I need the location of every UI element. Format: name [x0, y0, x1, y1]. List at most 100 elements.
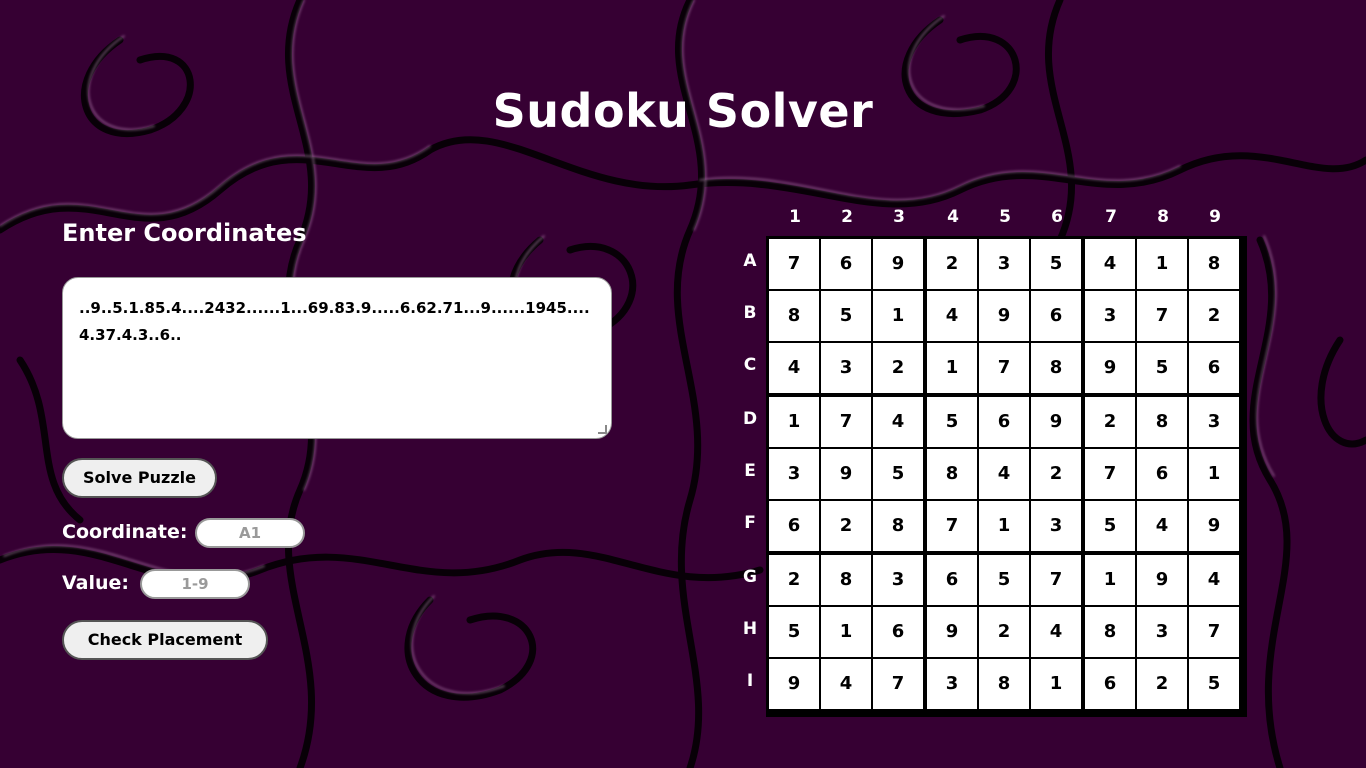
column-header: 3	[893, 207, 905, 227]
sudoku-cell[interactable]: 2	[1085, 397, 1135, 447]
page: Sudoku Solver Enter Coordinates ..9..5.1…	[0, 0, 1366, 768]
sudoku-cell[interactable]: 7	[979, 343, 1029, 393]
sudoku-cell[interactable]: 9	[873, 239, 923, 289]
sudoku-cell[interactable]: 6	[769, 501, 819, 551]
sudoku-cell[interactable]: 3	[1137, 607, 1187, 657]
solve-puzzle-button[interactable]: Solve Puzzle	[62, 458, 217, 498]
sudoku-cell[interactable]: 5	[873, 449, 923, 499]
sudoku-cell[interactable]: 1	[1189, 449, 1239, 499]
sudoku-cell[interactable]: 9	[1189, 501, 1239, 551]
sudoku-cell[interactable]: 7	[821, 397, 871, 447]
column-header: 9	[1209, 207, 1221, 227]
sudoku-cell[interactable]: 2	[873, 343, 923, 393]
sudoku-cell[interactable]: 7	[1031, 555, 1081, 605]
sudoku-cell[interactable]: 9	[927, 607, 977, 657]
sudoku-cell[interactable]: 3	[1031, 501, 1081, 551]
sudoku-cell[interactable]: 2	[1137, 659, 1187, 709]
sudoku-cell[interactable]: 4	[873, 397, 923, 447]
sudoku-cell[interactable]: 8	[821, 555, 871, 605]
sudoku-cell[interactable]: 6	[979, 397, 1029, 447]
value-label: Value:	[62, 572, 130, 594]
sudoku-cell[interactable]: 8	[1137, 397, 1187, 447]
sudoku-cell[interactable]: 4	[1137, 501, 1187, 551]
sudoku-cell[interactable]: 4	[1085, 239, 1135, 289]
sudoku-cell[interactable]: 8	[927, 449, 977, 499]
sudoku-cell[interactable]: 4	[979, 449, 1029, 499]
sudoku-cell[interactable]: 9	[821, 449, 871, 499]
sudoku-cell[interactable]: 1	[1085, 555, 1135, 605]
sudoku-cell[interactable]: 5	[1031, 239, 1081, 289]
sudoku-cell[interactable]: 2	[927, 239, 977, 289]
sudoku-cell[interactable]: 8	[979, 659, 1029, 709]
resize-handle-icon[interactable]	[598, 425, 607, 434]
sudoku-cell[interactable]: 9	[1085, 343, 1135, 393]
sudoku-cell[interactable]: 4	[821, 659, 871, 709]
sudoku-cell[interactable]: 1	[769, 397, 819, 447]
check-placement-button[interactable]: Check Placement	[62, 620, 268, 660]
row-header: G	[743, 567, 757, 587]
sudoku-cell[interactable]: 3	[821, 343, 871, 393]
sudoku-cell[interactable]: 3	[927, 659, 977, 709]
sudoku-cell[interactable]: 1	[927, 343, 977, 393]
sudoku-cell[interactable]: 2	[821, 501, 871, 551]
sudoku-cell[interactable]: 5	[821, 291, 871, 341]
input-panel: Enter Coordinates ..9..5.1.85.4....2432.…	[62, 218, 612, 660]
puzzle-textarea[interactable]: ..9..5.1.85.4....2432......1...69.83.9..…	[62, 277, 612, 439]
row-header: E	[744, 461, 756, 481]
sudoku-cell[interactable]: 6	[873, 607, 923, 657]
sudoku-cell[interactable]: 4	[769, 343, 819, 393]
sudoku-cell[interactable]: 3	[769, 449, 819, 499]
sudoku-cell[interactable]: 1	[1031, 659, 1081, 709]
sudoku-cell[interactable]: 8	[769, 291, 819, 341]
sudoku-cell[interactable]: 1	[979, 501, 1029, 551]
sudoku-cell[interactable]: 5	[1085, 501, 1135, 551]
sudoku-cell[interactable]: 5	[927, 397, 977, 447]
sudoku-cell[interactable]: 4	[1189, 555, 1239, 605]
sudoku-cell[interactable]: 5	[1137, 343, 1187, 393]
sudoku-cell[interactable]: 2	[979, 607, 1029, 657]
sudoku-cell[interactable]: 8	[1189, 239, 1239, 289]
sudoku-cell[interactable]: 5	[979, 555, 1029, 605]
sudoku-cell[interactable]: 3	[1189, 397, 1239, 447]
sudoku-cell[interactable]: 7	[927, 501, 977, 551]
sudoku-cell[interactable]: 6	[821, 239, 871, 289]
sudoku-cell[interactable]: 6	[927, 555, 977, 605]
sudoku-cell[interactable]: 7	[1137, 291, 1187, 341]
sudoku-cell[interactable]: 2	[1189, 291, 1239, 341]
sudoku-cell[interactable]: 2	[1031, 449, 1081, 499]
sudoku-cell[interactable]: 3	[979, 239, 1029, 289]
sudoku-cell[interactable]: 1	[873, 291, 923, 341]
sudoku-cell[interactable]: 9	[979, 291, 1029, 341]
row-header: C	[743, 355, 757, 375]
column-header: 6	[1051, 207, 1063, 227]
coordinate-input[interactable]: A1	[195, 518, 305, 548]
sudoku-cell[interactable]: 1	[821, 607, 871, 657]
sudoku-cell[interactable]: 5	[769, 607, 819, 657]
sudoku-cell[interactable]: 6	[1085, 659, 1135, 709]
sudoku-cell[interactable]: 3	[873, 555, 923, 605]
sudoku-cell[interactable]: 7	[769, 239, 819, 289]
sudoku-cell[interactable]: 8	[1031, 343, 1081, 393]
sudoku-cell[interactable]: 7	[873, 659, 923, 709]
sudoku-grid: 7692354188514963724321789561745692833958…	[766, 236, 1247, 717]
sudoku-cell[interactable]: 2	[769, 555, 819, 605]
sudoku-cell[interactable]: 4	[927, 291, 977, 341]
sudoku-cell[interactable]: 3	[1085, 291, 1135, 341]
sudoku-cell[interactable]: 1	[1137, 239, 1187, 289]
sudoku-cell[interactable]: 7	[1085, 449, 1135, 499]
sudoku-cell[interactable]: 5	[1189, 659, 1239, 709]
coordinate-label: Coordinate:	[62, 521, 188, 543]
sudoku-cell[interactable]: 9	[1137, 555, 1187, 605]
sudoku-cell[interactable]: 6	[1137, 449, 1187, 499]
value-input[interactable]: 1-9	[140, 569, 250, 599]
sudoku-cell[interactable]: 8	[873, 501, 923, 551]
sudoku-cell[interactable]: 6	[1031, 291, 1081, 341]
sudoku-cell[interactable]: 6	[1189, 343, 1239, 393]
sudoku-cell[interactable]: 4	[1031, 607, 1081, 657]
sudoku-cell[interactable]: 8	[1085, 607, 1135, 657]
column-header: 7	[1105, 207, 1117, 227]
sudoku-cell[interactable]: 9	[1031, 397, 1081, 447]
row-header: H	[742, 619, 758, 639]
sudoku-cell[interactable]: 9	[769, 659, 819, 709]
sudoku-cell[interactable]: 7	[1189, 607, 1239, 657]
